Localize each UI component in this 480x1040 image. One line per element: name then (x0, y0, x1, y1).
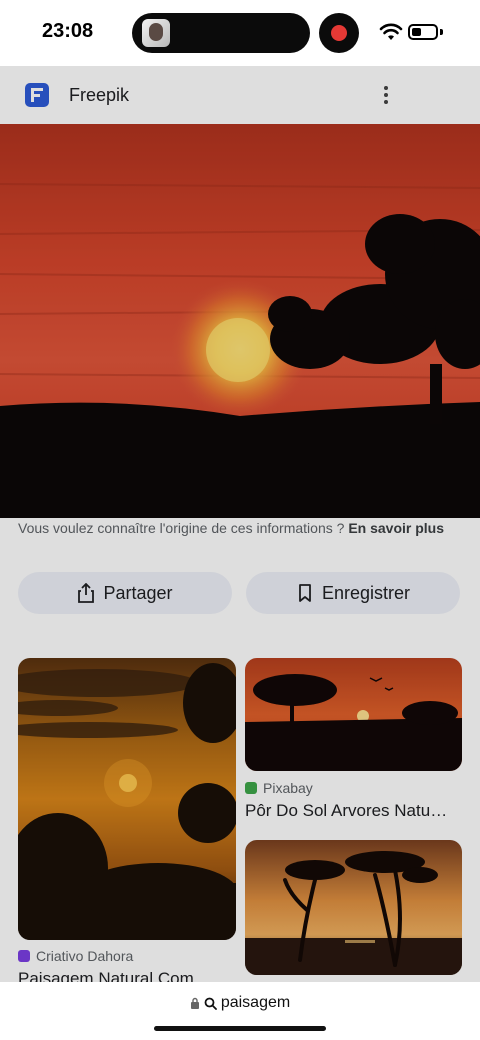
source-info-text: Vous voulez connaître l'origine de ces i… (18, 520, 349, 536)
bookmark-icon (299, 584, 311, 602)
share-label: Partager (103, 582, 173, 603)
criativo-dahora-icon (18, 950, 30, 962)
learn-more-link[interactable]: En savoir plus (348, 520, 444, 536)
home-indicator[interactable] (154, 1026, 326, 1031)
screen-recording-indicator (319, 13, 359, 53)
sunset-tree-image (0, 124, 480, 518)
related-title-1[interactable]: Paisagem Natural Com (18, 969, 236, 982)
related-source-1[interactable]: Criativo Dahora (18, 948, 133, 964)
wifi-icon (379, 23, 403, 40)
more-vertical-icon[interactable] (372, 80, 400, 110)
related-image-1[interactable] (18, 658, 236, 940)
browser-url-bar[interactable]: paisagem (0, 982, 480, 1040)
avatar (142, 19, 170, 47)
share-button[interactable]: Partager (18, 572, 232, 614)
image-viewer-header: Freepik (0, 66, 480, 124)
related-image-2[interactable] (245, 658, 462, 771)
save-label: Enregistrer (321, 582, 411, 603)
pixabay-icon (245, 782, 257, 794)
dynamic-island (132, 13, 310, 53)
share-icon (78, 583, 95, 603)
site-name[interactable]: Freepik (69, 85, 129, 106)
status-bar: 23:08 (0, 0, 480, 66)
related-image-3[interactable] (245, 840, 462, 975)
search-icon (204, 997, 217, 1010)
url-field[interactable]: paisagem (0, 994, 480, 1012)
page-content: Freepik Vous voulez connaître l'origine … (0, 66, 480, 982)
save-button[interactable]: Enregistrer (246, 572, 460, 614)
main-image[interactable] (0, 124, 480, 518)
source-info: Vous voulez connaître l'origine de ces i… (18, 518, 458, 538)
battery-tip (440, 29, 443, 35)
freepik-logo-icon[interactable] (25, 83, 49, 107)
related-title-2[interactable]: Pôr Do Sol Arvores Natu… (245, 801, 462, 821)
lock-icon (190, 997, 199, 1009)
status-time: 23:08 (42, 20, 94, 42)
record-dot-icon (331, 25, 347, 41)
related-source-2[interactable]: Pixabay (245, 780, 313, 796)
battery-fill (412, 28, 421, 36)
url-text: paisagem (220, 994, 291, 1011)
battery-icon (408, 24, 438, 40)
